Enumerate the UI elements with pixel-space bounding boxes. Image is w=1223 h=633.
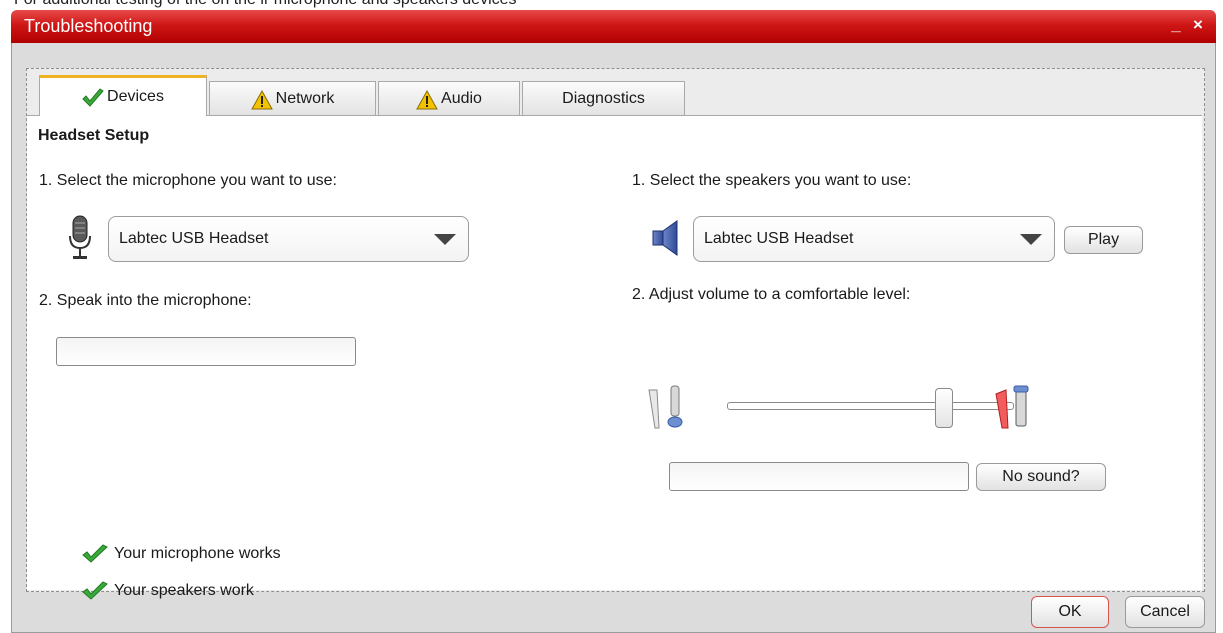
mic-status-row: Your microphone works	[82, 544, 281, 564]
speaker-level-meter	[669, 462, 969, 491]
title-bar[interactable]: Troubleshooting _ ×	[11, 10, 1216, 43]
speakers-select-value: Labtec USB Headset	[704, 230, 854, 247]
microphone-select-value: Labtec USB Headset	[119, 230, 269, 247]
window-title: Troubleshooting	[24, 16, 153, 36]
mic-step2-label: 2. Speak into the microphone:	[39, 292, 252, 309]
microphone-icon	[67, 214, 93, 267]
tab-devices[interactable]: Devices	[39, 75, 207, 116]
speaker-step2-label: 2. Adjust volume to a comfortable level:	[632, 286, 911, 303]
warning-icon	[250, 89, 273, 110]
tab-audio[interactable]: Audio	[378, 81, 520, 115]
no-sound-button[interactable]: No sound?	[976, 463, 1106, 491]
ok-button[interactable]: OK	[1031, 596, 1109, 628]
devices-panel: Headset Setup 1. Select the microphone y…	[27, 115, 1202, 600]
close-button[interactable]: ×	[1188, 14, 1208, 36]
volume-low-icon	[647, 384, 693, 437]
volume-slider-track[interactable]	[727, 402, 1014, 410]
chevron-down-icon	[1020, 234, 1042, 245]
section-title: Headset Setup	[38, 127, 150, 144]
speakers-select[interactable]: Labtec USB Headset	[693, 216, 1055, 262]
minimize-button[interactable]: _	[1166, 14, 1186, 36]
tab-devices-label: Devices	[107, 88, 164, 105]
tab-diagnostics-label: Diagnostics	[562, 89, 645, 107]
volume-high-icon	[994, 384, 1040, 437]
check-icon	[82, 581, 108, 601]
speaker-status-row: Your speakers work	[82, 581, 254, 601]
speaker-status-text: Your speakers work	[114, 582, 254, 599]
warning-icon	[416, 89, 438, 110]
mic-step1-label: 1. Select the microphone you want to use…	[39, 172, 337, 189]
cancel-button[interactable]: Cancel	[1125, 596, 1205, 628]
tab-network[interactable]: Network	[209, 81, 376, 115]
tab-audio-label: Audio	[441, 89, 482, 107]
check-icon	[82, 544, 108, 564]
speaker-step1-label: 1. Select the speakers you want to use:	[632, 172, 912, 189]
volume-slider-thumb[interactable]	[935, 388, 954, 428]
speaker-icon	[651, 218, 691, 263]
microphone-level-meter	[56, 337, 356, 366]
check-icon	[82, 88, 104, 108]
tab-network-label: Network	[275, 89, 335, 107]
play-button[interactable]: Play	[1064, 226, 1143, 254]
top-caption: For additional testing of the on the ir …	[14, 0, 517, 9]
tab-diagnostics[interactable]: Diagnostics	[522, 81, 685, 115]
microphone-select[interactable]: Labtec USB Headset	[108, 216, 469, 262]
content-frame: Devices Network Audio Diagnostics Headse…	[26, 68, 1205, 600]
mic-status-text: Your microphone works	[114, 545, 281, 562]
troubleshooting-window: Troubleshooting _ × Devices Network Audi…	[11, 10, 1216, 633]
chevron-down-icon	[434, 234, 456, 245]
